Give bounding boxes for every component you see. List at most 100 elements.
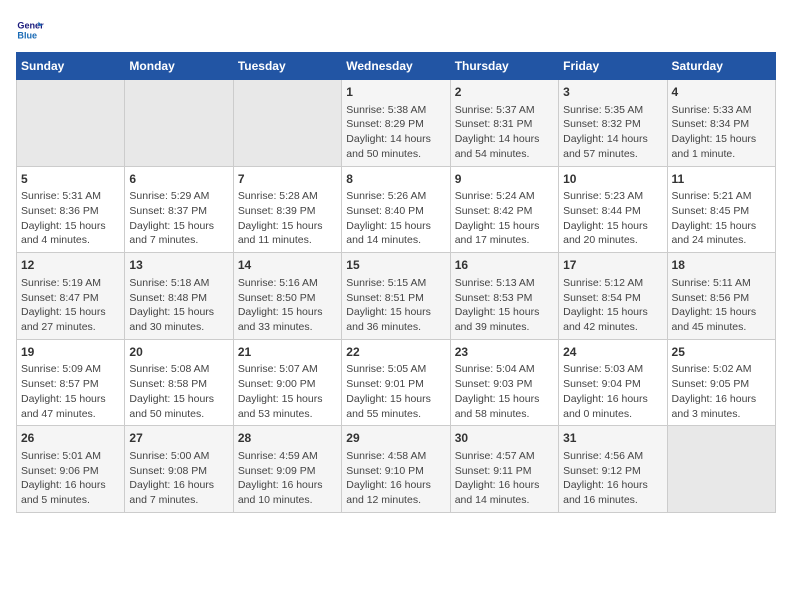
day-info: Sunrise: 5:19 AMSunset: 8:47 PMDaylight:… [21, 276, 120, 335]
calendar-cell [125, 80, 233, 167]
week-row-3: 12 Sunrise: 5:19 AMSunset: 8:47 PMDayligh… [17, 253, 776, 340]
calendar-cell: 31Sunrise: 4:56 AMSunset: 9:12 PMDayligh… [559, 426, 667, 513]
day-number: 24 [563, 344, 662, 361]
day-info: Sunrise: 5:09 AMSunset: 8:57 PMDaylight:… [21, 362, 120, 421]
header-sunday: Sunday [17, 53, 125, 80]
calendar-cell: 30 Sunrise: 4:57 AMSunset: 9:11 PMDayligh… [450, 426, 558, 513]
calendar-cell: 9Sunrise: 5:24 AMSunset: 8:42 PMDaylight… [450, 166, 558, 253]
day-info: Sunrise: 5:07 AMSunset: 9:00 PMDaylight:… [238, 362, 337, 421]
day-info: Sunrise: 5:35 AMSunset: 8:32 PMDaylight:… [563, 103, 662, 162]
calendar-cell: 25Sunrise: 5:02 AMSunset: 9:05 PMDayligh… [667, 339, 775, 426]
day-info: Sunrise: 5:37 AMSunset: 8:31 PMDaylight:… [455, 103, 554, 162]
day-info: Sunrise: 5:13 AMSunset: 8:53 PMDaylight:… [455, 276, 554, 335]
day-info: Sunrise: 5:21 AMSunset: 8:45 PMDaylight:… [672, 189, 771, 248]
calendar-cell: 19Sunrise: 5:09 AMSunset: 8:57 PMDayligh… [17, 339, 125, 426]
calendar-cell [667, 426, 775, 513]
day-number: 23 [455, 344, 554, 361]
header-thursday: Thursday [450, 53, 558, 80]
header-wednesday: Wednesday [342, 53, 450, 80]
day-info: Sunrise: 5:12 AMSunset: 8:54 PMDaylight:… [563, 276, 662, 335]
day-number: 29 [346, 430, 445, 447]
calendar-cell: 27 Sunrise: 5:00 AMSunset: 9:08 PMDayligh… [125, 426, 233, 513]
day-number: 15 [346, 257, 445, 274]
header-row: SundayMondayTuesdayWednesdayThursdayFrid… [17, 53, 776, 80]
calendar-cell: 15 Sunrise: 5:15 AMSunset: 8:51 PMDayligh… [342, 253, 450, 340]
calendar-cell: 14Sunrise: 5:16 AMSunset: 8:50 PMDayligh… [233, 253, 341, 340]
day-info: Sunrise: 5:23 AMSunset: 8:44 PMDaylight:… [563, 189, 662, 248]
day-info: Sunrise: 4:57 AMSunset: 9:11 PMDaylight:… [455, 449, 554, 508]
day-number: 30 [455, 430, 554, 447]
day-info: Sunrise: 5:24 AMSunset: 8:42 PMDaylight:… [455, 189, 554, 248]
day-number: 17 [563, 257, 662, 274]
calendar-cell: 1 Sunrise: 5:38 AMSunset: 8:29 PMDaylight… [342, 80, 450, 167]
day-info: Sunrise: 5:00 AMSunset: 9:08 PMDaylight:… [129, 449, 228, 508]
day-number: 21 [238, 344, 337, 361]
day-info: Sunrise: 5:08 AMSunset: 8:58 PMDaylight:… [129, 362, 228, 421]
week-row-2: 5Sunrise: 5:31 AMSunset: 8:36 PMDaylight… [17, 166, 776, 253]
calendar-cell: 29 Sunrise: 4:58 AMSunset: 9:10 PMDayligh… [342, 426, 450, 513]
calendar-table: SundayMondayTuesdayWednesdayThursdayFrid… [16, 52, 776, 513]
day-number: 8 [346, 171, 445, 188]
day-number: 3 [563, 84, 662, 101]
day-info: Sunrise: 5:01 AMSunset: 9:06 PMDaylight:… [21, 449, 120, 508]
day-info: Sunrise: 4:58 AMSunset: 9:10 PMDaylight:… [346, 449, 445, 508]
calendar-cell [17, 80, 125, 167]
logo-icon: General Blue [16, 16, 44, 44]
page-header: General Blue [16, 16, 776, 44]
day-number: 26 [21, 430, 120, 447]
calendar-cell: 8Sunrise: 5:26 AMSunset: 8:40 PMDaylight… [342, 166, 450, 253]
day-number: 5 [21, 171, 120, 188]
day-number: 20 [129, 344, 228, 361]
day-info: Sunrise: 5:31 AMSunset: 8:36 PMDaylight:… [21, 189, 120, 248]
week-row-5: 26 Sunrise: 5:01 AMSunset: 9:06 PMDayligh… [17, 426, 776, 513]
day-info: Sunrise: 5:04 AMSunset: 9:03 PMDaylight:… [455, 362, 554, 421]
calendar-cell [233, 80, 341, 167]
week-row-4: 19Sunrise: 5:09 AMSunset: 8:57 PMDayligh… [17, 339, 776, 426]
calendar-cell: 11Sunrise: 5:21 AMSunset: 8:45 PMDayligh… [667, 166, 775, 253]
day-number: 6 [129, 171, 228, 188]
svg-text:Blue: Blue [17, 30, 37, 40]
day-number: 11 [672, 171, 771, 188]
day-info: Sunrise: 5:29 AMSunset: 8:37 PMDaylight:… [129, 189, 228, 248]
day-info: Sunrise: 5:38 AMSunset: 8:29 PMDaylight:… [346, 103, 445, 162]
calendar-cell: 23Sunrise: 5:04 AMSunset: 9:03 PMDayligh… [450, 339, 558, 426]
day-number: 18 [672, 257, 771, 274]
calendar-header: SundayMondayTuesdayWednesdayThursdayFrid… [17, 53, 776, 80]
header-saturday: Saturday [667, 53, 775, 80]
calendar-cell: 10Sunrise: 5:23 AMSunset: 8:44 PMDayligh… [559, 166, 667, 253]
day-info: Sunrise: 5:15 AMSunset: 8:51 PMDaylight:… [346, 276, 445, 335]
day-info: Sunrise: 5:05 AMSunset: 9:01 PMDaylight:… [346, 362, 445, 421]
calendar-cell: 24Sunrise: 5:03 AMSunset: 9:04 PMDayligh… [559, 339, 667, 426]
header-friday: Friday [559, 53, 667, 80]
calendar-cell: 22Sunrise: 5:05 AMSunset: 9:01 PMDayligh… [342, 339, 450, 426]
day-number: 31 [563, 430, 662, 447]
calendar-cell: 20Sunrise: 5:08 AMSunset: 8:58 PMDayligh… [125, 339, 233, 426]
week-row-1: 1 Sunrise: 5:38 AMSunset: 8:29 PMDaylight… [17, 80, 776, 167]
calendar-cell: 7Sunrise: 5:28 AMSunset: 8:39 PMDaylight… [233, 166, 341, 253]
day-number: 1 [346, 84, 445, 101]
calendar-cell: 26 Sunrise: 5:01 AMSunset: 9:06 PMDayligh… [17, 426, 125, 513]
header-monday: Monday [125, 53, 233, 80]
day-info: Sunrise: 4:59 AMSunset: 9:09 PMDaylight:… [238, 449, 337, 508]
logo: General Blue [16, 16, 48, 44]
day-number: 12 [21, 257, 120, 274]
day-number: 7 [238, 171, 337, 188]
day-number: 2 [455, 84, 554, 101]
calendar-cell: 18 Sunrise: 5:11 AMSunset: 8:56 PMDayligh… [667, 253, 775, 340]
day-info: Sunrise: 5:11 AMSunset: 8:56 PMDaylight:… [672, 276, 771, 335]
day-number: 9 [455, 171, 554, 188]
calendar-cell: 2 Sunrise: 5:37 AMSunset: 8:31 PMDaylight… [450, 80, 558, 167]
day-info: Sunrise: 5:03 AMSunset: 9:04 PMDaylight:… [563, 362, 662, 421]
day-info: Sunrise: 5:33 AMSunset: 8:34 PMDaylight:… [672, 103, 771, 162]
calendar-cell: 4Sunrise: 5:33 AMSunset: 8:34 PMDaylight… [667, 80, 775, 167]
calendar-cell: 12 Sunrise: 5:19 AMSunset: 8:47 PMDayligh… [17, 253, 125, 340]
calendar-cell: 28 Sunrise: 4:59 AMSunset: 9:09 PMDayligh… [233, 426, 341, 513]
day-number: 28 [238, 430, 337, 447]
day-number: 27 [129, 430, 228, 447]
day-info: Sunrise: 5:16 AMSunset: 8:50 PMDaylight:… [238, 276, 337, 335]
day-number: 25 [672, 344, 771, 361]
day-number: 10 [563, 171, 662, 188]
day-number: 22 [346, 344, 445, 361]
day-info: Sunrise: 5:02 AMSunset: 9:05 PMDaylight:… [672, 362, 771, 421]
calendar-cell: 6Sunrise: 5:29 AMSunset: 8:37 PMDaylight… [125, 166, 233, 253]
